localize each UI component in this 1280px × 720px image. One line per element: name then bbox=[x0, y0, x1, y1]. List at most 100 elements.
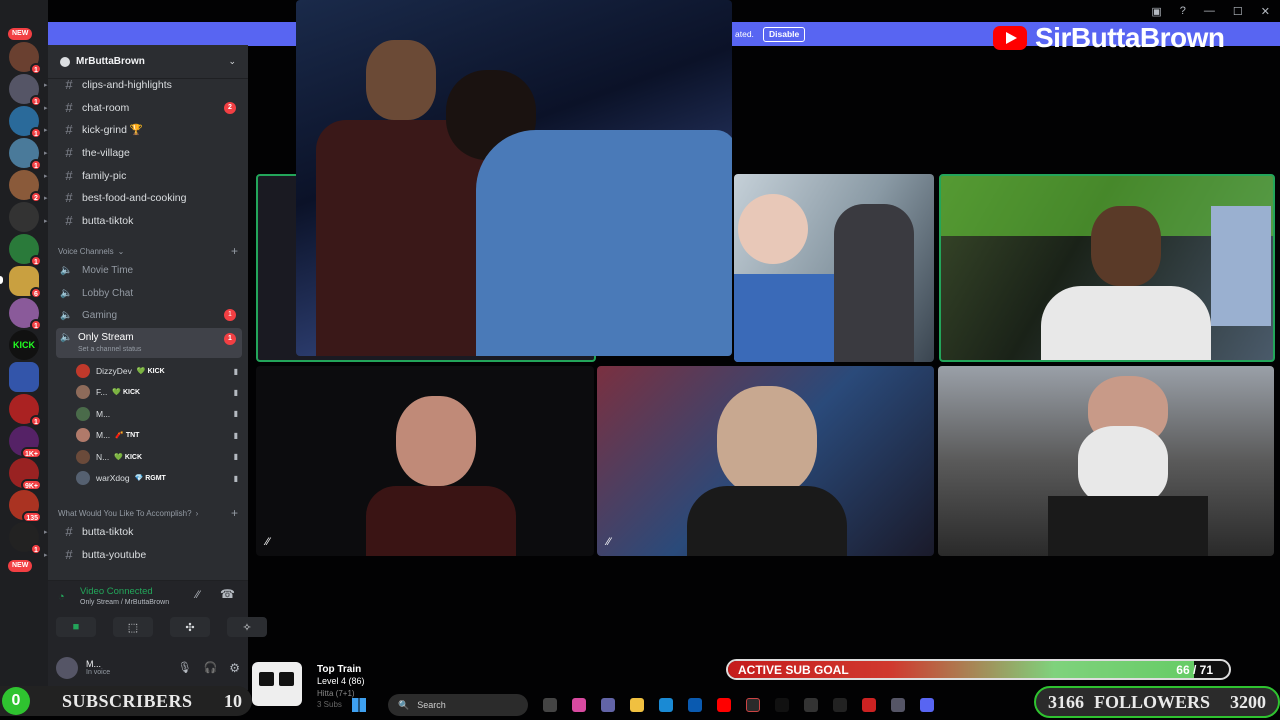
new-badge: NEW bbox=[8, 560, 33, 572]
server-icon[interactable]: 1 bbox=[9, 394, 42, 427]
camera-icon: ▮ bbox=[233, 452, 238, 462]
server-icon[interactable]: 1 bbox=[9, 42, 42, 75]
soundboard-button[interactable]: ✧ bbox=[227, 617, 267, 637]
store-icon[interactable] bbox=[688, 698, 702, 712]
close-icon[interactable]: ✕ bbox=[1261, 5, 1270, 18]
youtube-channel-name: SirButtaBrown bbox=[1035, 22, 1225, 53]
taskview-icon[interactable] bbox=[543, 698, 557, 712]
server-icon[interactable]: 2 bbox=[9, 170, 42, 203]
avatar bbox=[76, 385, 90, 400]
voice-channel-active[interactable]: 🔈 Only Stream Set a channel status 1 bbox=[56, 328, 242, 358]
voice-user[interactable]: N... 💚 KICK ▮ bbox=[76, 447, 242, 467]
settings-icon[interactable]: ⚙ bbox=[229, 661, 240, 675]
voice-channel-item[interactable]: 🔈 Gaming 1 bbox=[56, 304, 242, 326]
connection-subtitle[interactable]: Only Stream / MrButtaBrown bbox=[80, 599, 169, 606]
camera-button[interactable]: ■ bbox=[56, 617, 96, 637]
server-icon[interactable]: 1 bbox=[9, 138, 42, 171]
tiktok-icon[interactable] bbox=[775, 698, 789, 712]
voice-user[interactable]: M... 🧨 TNT ▮ bbox=[76, 425, 242, 445]
server-icon[interactable]: 1 bbox=[9, 234, 42, 267]
speaker-icon: 🔈 bbox=[60, 287, 73, 299]
voice-user[interactable]: warXdog 💎 RGMT ▮ bbox=[76, 468, 242, 488]
channel-item[interactable]: ▸ # kick-grind 🏆 bbox=[44, 119, 242, 140]
voice-channel-item[interactable]: 🔈 Movie Time bbox=[56, 259, 242, 281]
taskbar-search[interactable]: 🔍 Search bbox=[388, 694, 528, 716]
discord-icon[interactable] bbox=[920, 698, 934, 712]
video-tile-cosplay[interactable] bbox=[734, 174, 934, 362]
obs-icon[interactable] bbox=[804, 698, 818, 712]
window-controls: ▣ ? — ☐ ✕ bbox=[1151, 0, 1280, 22]
video-tile-catears[interactable]: ⁄⁄ bbox=[256, 366, 594, 556]
server-icon[interactable]: 6 bbox=[9, 266, 42, 299]
add-channel-icon[interactable]: + bbox=[231, 244, 238, 258]
server-icon[interactable]: 1 bbox=[9, 106, 42, 139]
server-icon[interactable] bbox=[9, 202, 39, 232]
avatar bbox=[76, 449, 90, 464]
channel-item[interactable]: ▸ # best-food-and-cooking bbox=[44, 187, 242, 208]
signal-icon[interactable]: ◔ bbox=[58, 591, 65, 603]
voice-user[interactable]: F... 💚 KICK ▮ bbox=[76, 382, 242, 402]
voice-user[interactable]: M... ▮ bbox=[76, 404, 242, 424]
channel-item[interactable]: ▸ # clips-and-highlights bbox=[44, 74, 242, 95]
app-icon[interactable] bbox=[862, 698, 876, 712]
noise-suppression-icon[interactable]: ⁄⁄ bbox=[196, 589, 200, 601]
video-tile-host[interactable] bbox=[939, 174, 1275, 362]
channel-item[interactable]: ▸ # chat-room 2 bbox=[44, 97, 242, 118]
inbox-icon[interactable]: ▣ bbox=[1151, 5, 1161, 18]
screen-share-button[interactable]: ⬚ bbox=[113, 617, 153, 637]
copilot-icon[interactable] bbox=[572, 698, 586, 712]
folder-icon[interactable] bbox=[630, 698, 644, 712]
follower-goal: 3200 bbox=[1230, 691, 1266, 712]
server-icon[interactable]: 1K+ bbox=[9, 426, 42, 459]
server-icon[interactable]: 1 bbox=[9, 298, 42, 331]
channel-item[interactable]: ▸ # butta-tiktok bbox=[44, 210, 242, 231]
popout-video-movie[interactable] bbox=[296, 0, 732, 356]
game-icon[interactable] bbox=[833, 698, 847, 712]
help-icon[interactable]: ? bbox=[1180, 5, 1186, 17]
app-icon[interactable] bbox=[891, 698, 905, 712]
hash-icon: # bbox=[65, 168, 73, 183]
server-icon[interactable] bbox=[9, 362, 39, 392]
train-detail: Hitta (7+1) bbox=[317, 689, 355, 698]
teams-icon[interactable] bbox=[601, 698, 615, 712]
youtube-icon[interactable] bbox=[717, 698, 731, 712]
category-voice-channels[interactable]: Voice Channels ⌄ + bbox=[58, 243, 244, 259]
windows-start-icon[interactable] bbox=[352, 698, 366, 712]
avatar[interactable] bbox=[56, 656, 78, 679]
camera-icon: ▮ bbox=[233, 409, 238, 419]
video-tile-beard[interactable] bbox=[938, 366, 1274, 556]
subscriber-current: 0 bbox=[2, 687, 30, 715]
server-icon[interactable]: 9K+ bbox=[9, 458, 42, 491]
channel-item[interactable]: ▸ # butta-youtube bbox=[44, 544, 242, 565]
train-level: Level 4 (86) bbox=[317, 676, 365, 686]
add-channel-icon[interactable]: + bbox=[231, 506, 238, 520]
voice-user-name: N... bbox=[96, 451, 110, 462]
headphones-icon[interactable]: 🎧 bbox=[204, 661, 218, 674]
disable-button[interactable]: Disable bbox=[763, 27, 806, 42]
edge-icon[interactable] bbox=[659, 698, 673, 712]
banner-text: ated. bbox=[735, 29, 754, 39]
maximize-icon[interactable]: ☐ bbox=[1233, 5, 1243, 18]
voice-channel-item[interactable]: 🔈 Lobby Chat bbox=[56, 282, 242, 304]
server-icon[interactable]: 1 bbox=[9, 522, 42, 555]
disconnect-icon[interactable]: ☎ bbox=[220, 587, 235, 601]
channel-item[interactable]: ▸ # family-pic bbox=[44, 165, 242, 186]
microphone-icon[interactable]: 🎙 bbox=[178, 661, 192, 674]
channel-item[interactable]: ▸ # the-village bbox=[44, 142, 242, 163]
camera-icon: ▮ bbox=[233, 473, 238, 483]
screen-share-icon: ⬚ bbox=[127, 621, 139, 634]
server-icon[interactable]: 135 bbox=[9, 490, 42, 523]
category-accomplish[interactable]: What Would You Like To Accomplish? › + bbox=[58, 505, 244, 521]
voice-user[interactable]: DizzyDev 💚 KICK ▮ bbox=[76, 361, 242, 381]
channel-item[interactable]: ▸ # butta-tiktok bbox=[44, 521, 242, 542]
minimize-icon[interactable]: — bbox=[1204, 5, 1215, 17]
x-app-icon[interactable] bbox=[746, 698, 760, 712]
avatar bbox=[76, 364, 90, 378]
server-icon[interactable]: 1 bbox=[9, 74, 42, 107]
video-tile-blonde[interactable]: ⁄⁄ bbox=[597, 366, 934, 556]
server-icon[interactable]: KICK bbox=[9, 330, 39, 360]
user-tag: 💚 KICK bbox=[136, 368, 165, 375]
activities-button[interactable]: ✣ bbox=[170, 617, 210, 637]
speaker-icon: 🔈 bbox=[60, 309, 73, 321]
channel-status[interactable]: Set a channel status bbox=[78, 346, 141, 353]
